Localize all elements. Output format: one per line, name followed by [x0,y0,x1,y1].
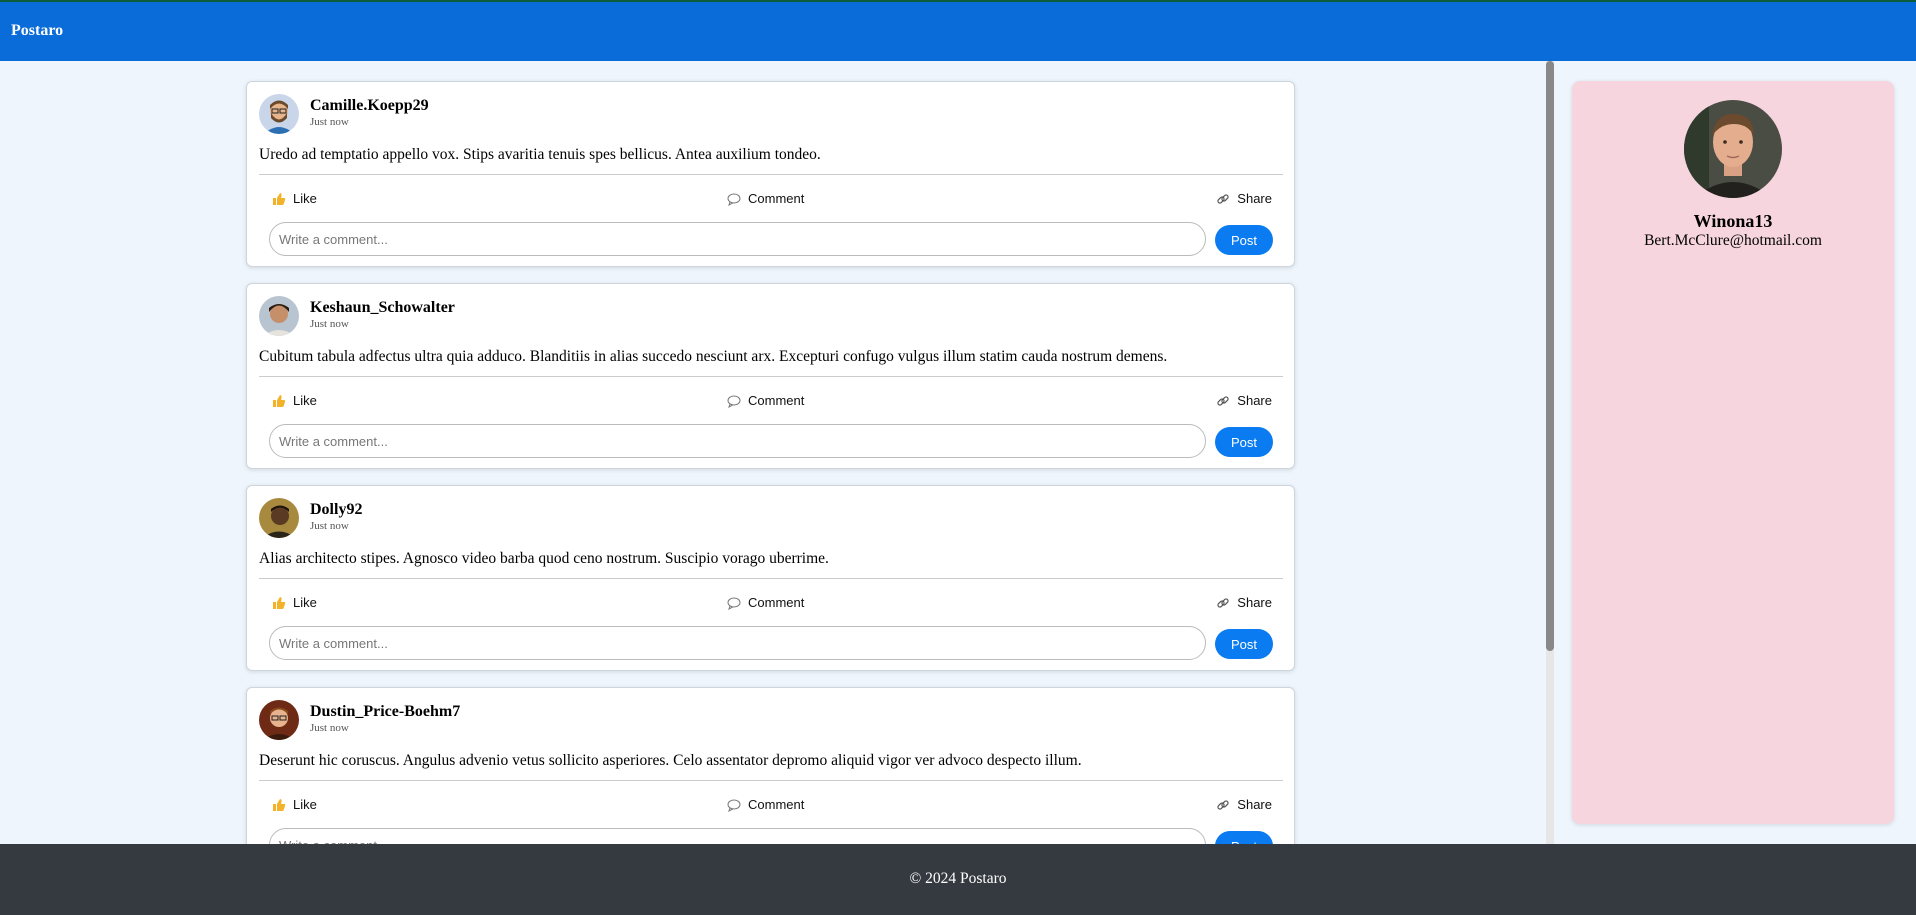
post-divider [259,174,1283,175]
speech-bubble-icon [727,394,741,408]
profile-card: Winona13 Bert.McClure@hotmail.com [1572,81,1894,824]
thumbs-up-icon [272,596,286,610]
post-divider [259,578,1283,579]
post-comment-button[interactable]: Post [1215,831,1273,844]
sidebar: Winona13 Bert.McClure@hotmail.com [1554,61,1916,844]
comment-label: Comment [748,797,805,812]
share-label: Share [1237,191,1272,206]
share-button[interactable]: Share [1216,191,1272,206]
post-content: Deserunt hic coruscus. Angulus advenio v… [259,752,1082,769]
post-timestamp: Just now [310,520,349,532]
comment-input[interactable] [269,222,1206,256]
share-button[interactable]: Share [1216,797,1272,812]
top-navbar: Postaro [0,0,1916,61]
speech-bubble-icon [727,596,741,610]
post-comment-button[interactable]: Post [1215,225,1273,255]
avatar[interactable] [259,94,299,134]
comment-label: Comment [748,191,805,206]
share-label: Share [1237,797,1272,812]
post-timestamp: Just now [310,318,349,330]
like-label: Like [293,595,317,610]
comment-button[interactable]: Comment [727,797,804,812]
profile-username: Winona13 [1693,211,1773,231]
post-card: Camille.Koepp29 Just now Uredo ad tempta… [246,81,1295,267]
post-content: Alias architecto stipes. Agnosco video b… [259,550,829,567]
avatar[interactable] [259,498,299,538]
post-timestamp: Just now [310,722,349,734]
comment-button[interactable]: Comment [727,191,804,206]
post-divider [259,376,1283,377]
post-divider [259,780,1283,781]
comment-input[interactable] [269,424,1206,458]
like-label: Like [293,191,317,206]
feed-scrollbar[interactable] [1546,61,1554,844]
comment-button[interactable]: Comment [727,595,804,610]
link-icon [1216,596,1230,610]
footer: © 2024 Postaro [0,844,1916,915]
footer-copyright: © 2024 Postaro [909,870,1007,887]
post-author[interactable]: Dustin_Price-Boehm7 [310,703,460,721]
like-label: Like [293,797,317,812]
post-timestamp: Just now [310,116,349,128]
speech-bubble-icon [727,192,741,206]
like-button[interactable]: Like [272,191,317,206]
thumbs-up-icon [272,798,286,812]
brand-logo[interactable]: Postaro [11,22,63,40]
share-label: Share [1237,595,1272,610]
post-comment-button[interactable]: Post [1215,629,1273,659]
post-card: Dustin_Price-Boehm7 Just now Deserunt hi… [246,687,1295,844]
link-icon [1216,394,1230,408]
like-button[interactable]: Like [272,595,317,610]
avatar[interactable] [259,296,299,336]
profile-email: Bert.McClure@hotmail.com [1644,232,1822,249]
thumbs-up-icon [272,192,286,206]
post-card: Dolly92 Just now Alias architecto stipes… [246,485,1295,671]
post-content: Uredo ad temptatio appello vox. Stips av… [259,146,821,163]
comment-input[interactable] [269,626,1206,660]
like-label: Like [293,393,317,408]
link-icon [1216,192,1230,206]
comment-button[interactable]: Comment [727,393,804,408]
scrollbar-thumb[interactable] [1546,61,1554,651]
link-icon [1216,798,1230,812]
post-author[interactable]: Dolly92 [310,501,362,519]
post-author[interactable]: Camille.Koepp29 [310,97,429,115]
avatar[interactable] [259,700,299,740]
comment-label: Comment [748,595,805,610]
post-feed: Camille.Koepp29 Just now Uredo ad tempta… [0,61,1548,844]
share-button[interactable]: Share [1216,595,1272,610]
comment-input[interactable] [269,828,1206,844]
post-comment-button[interactable]: Post [1215,427,1273,457]
speech-bubble-icon [727,798,741,812]
post-content: Cubitum tabula adfectus ultra quia adduc… [259,348,1168,365]
comment-label: Comment [748,393,805,408]
post-card: Keshaun_Schowalter Just now Cubitum tabu… [246,283,1295,469]
profile-avatar[interactable] [1684,100,1782,198]
like-button[interactable]: Like [272,797,317,812]
share-button[interactable]: Share [1216,393,1272,408]
share-label: Share [1237,393,1272,408]
thumbs-up-icon [272,394,286,408]
like-button[interactable]: Like [272,393,317,408]
post-author[interactable]: Keshaun_Schowalter [310,299,455,317]
